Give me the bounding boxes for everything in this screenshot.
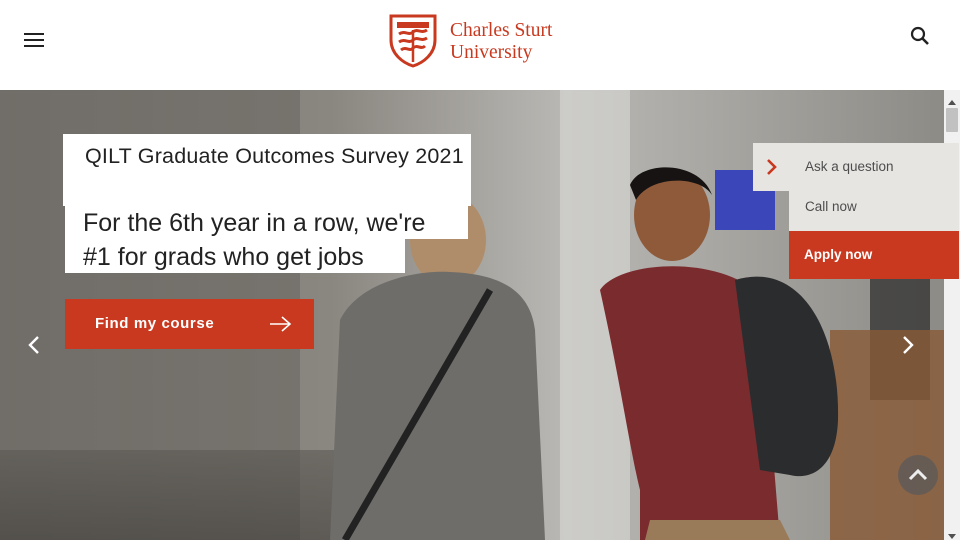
headline-line-2: #1 for grads who get jobs	[83, 243, 364, 271]
carousel-next-button[interactable]	[900, 333, 920, 357]
crest-icon	[389, 14, 437, 68]
scroll-thumb[interactable]	[946, 108, 958, 132]
chevron-up-icon	[908, 468, 928, 481]
arrow-right-icon	[270, 316, 292, 332]
chevron-right-icon	[903, 336, 914, 354]
hamburger-menu-icon[interactable]	[24, 33, 44, 49]
headline-line-1: For the 6th year in a row, we're	[83, 209, 426, 237]
carousel-prev-button[interactable]	[26, 333, 46, 357]
ask-a-question-link[interactable]: Ask a question	[805, 159, 894, 174]
find-my-course-button[interactable]: Find my course	[65, 299, 314, 349]
apply-now-button[interactable]: Apply now	[789, 231, 959, 279]
quick-actions-widget: Ask a question Call now Apply now	[753, 143, 960, 279]
widget-panel: Ask a question Call now	[789, 143, 959, 231]
search-icon[interactable]	[908, 24, 932, 48]
scroll-up-arrow-icon[interactable]	[948, 94, 956, 105]
headline-text: For the 6th year in a row, we're #1 for …	[83, 206, 473, 274]
logo-line-1: Charles Sturt	[450, 20, 553, 41]
back-to-top-button[interactable]	[898, 455, 938, 495]
chevron-right-icon	[767, 159, 777, 175]
chevron-left-icon	[28, 336, 39, 354]
headline: For the 6th year in a row, we're #1 for …	[65, 206, 468, 273]
survey-title-box: QILT Graduate Outcomes Survey 2021	[63, 134, 471, 206]
logo-line-2: University	[450, 42, 533, 63]
scroll-down-arrow-icon[interactable]	[948, 527, 956, 539]
find-my-course-label: Find my course	[95, 315, 215, 332]
logo-wordmark: Charles Sturt University	[450, 20, 552, 64]
survey-title: QILT Graduate Outcomes Survey 2021	[85, 144, 464, 168]
site-header: Charles Sturt University	[0, 0, 960, 90]
widget-toggle-button[interactable]	[753, 143, 789, 191]
university-logo[interactable]: Charles Sturt University	[389, 14, 579, 70]
call-now-link[interactable]: Call now	[805, 199, 857, 214]
apply-now-label: Apply now	[804, 247, 873, 262]
